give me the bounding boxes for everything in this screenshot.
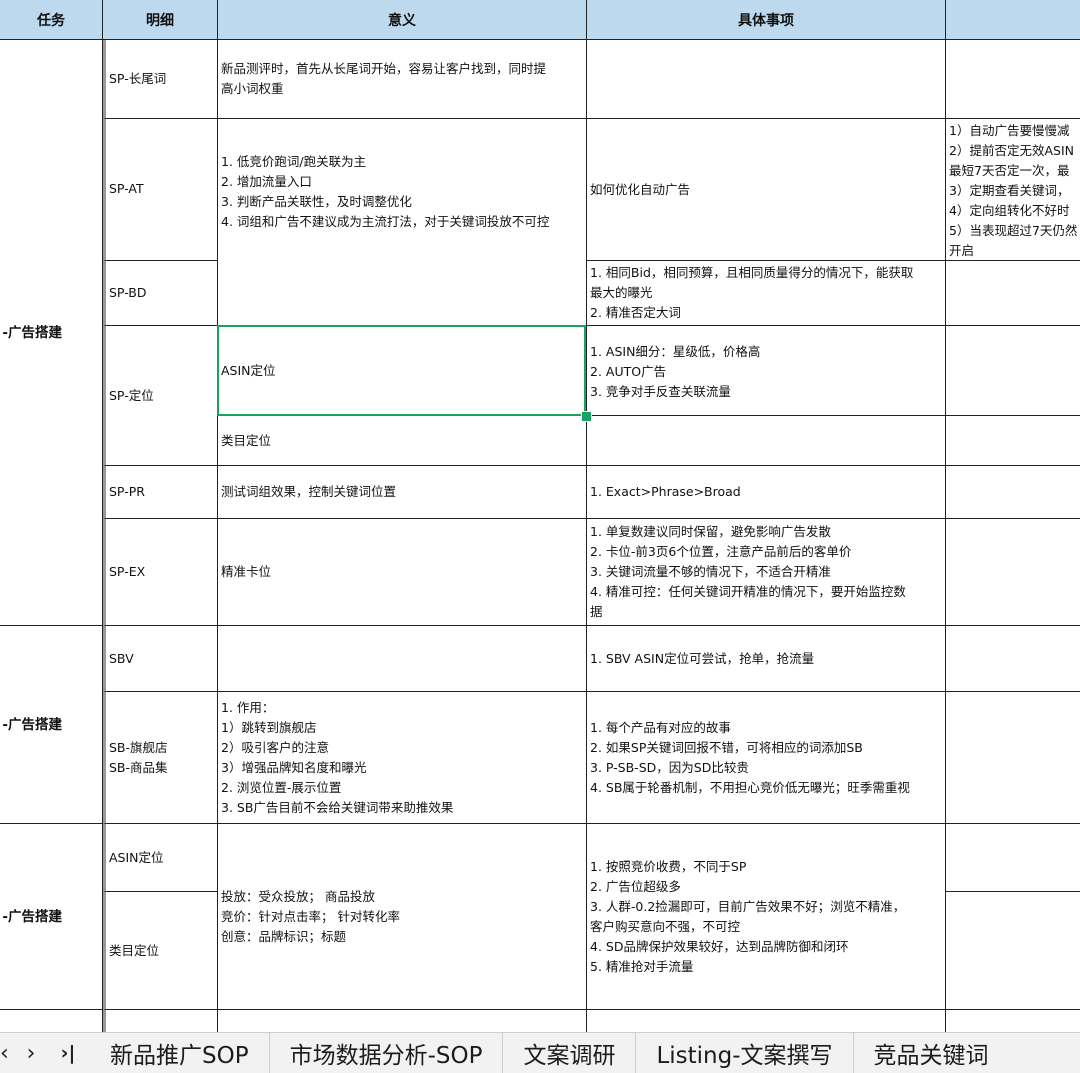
extra-sb-store[interactable] [946,692,1080,824]
task-cell-next[interactable] [0,1010,103,1032]
last-sheet-icon[interactable]: ›| [46,1042,90,1064]
sheet-tab[interactable]: 市场数据分析-SOP [270,1033,504,1073]
meaning-sd[interactable]: 投放：受众投放； 商品投放 竞价：针对点击率； 针对转化率 创意：品牌标识；标题 [218,824,587,1010]
header-meaning[interactable]: 意义 [218,0,587,40]
meaning-sp-ex[interactable]: 精准卡位 [218,519,587,626]
items-sp-long-tail[interactable] [587,40,946,119]
extra-sd-category[interactable] [946,892,1080,1010]
detail-sp-pr[interactable]: SP-PR [103,466,218,519]
detail-sp-long-tail[interactable]: SP-长尾词 [103,40,218,119]
detail-sp-bd[interactable]: SP-BD [103,261,218,326]
prev-sheet-icon[interactable]: ‹ [0,1041,16,1066]
meaning-sp-target-category[interactable]: 类目定位 [218,416,587,466]
sheet-tab[interactable]: Listing-文案撰写 [636,1033,854,1073]
sheet-tab[interactable]: 文案调研 [503,1033,637,1073]
extra-sp-at[interactable]: 1）自动广告要慢慢减 2）提前否定无效ASIN 最短7天否定一次，最 3）定期查… [946,119,1080,261]
header-extra[interactable] [946,0,1080,40]
fill-handle[interactable] [581,411,592,422]
extra-sp-ex[interactable] [946,519,1080,626]
extra-sd-asin[interactable] [946,824,1080,892]
meaning-sp-target-asin[interactable]: ASIN定位 [218,326,587,416]
extra-sp-bd[interactable] [946,261,1080,326]
extra-sbv[interactable] [946,626,1080,692]
detail-sd-asin[interactable]: ASIN定位 [103,824,218,892]
detail-next-row[interactable] [103,1010,218,1032]
items-sp-target-asin[interactable]: 1. ASIN细分：星级低，价格高 2. AUTO广告 3. 竞争对手反查关联流… [587,326,946,416]
header-detail[interactable]: 明细 [103,0,218,40]
detail-sd-category[interactable]: 类目定位 [103,892,218,1010]
meaning-sb-store[interactable]: 1. 作用： 1）跳转到旗舰店 2）吸引客户的注意 3）增强品牌知名度和曝光 2… [218,692,587,824]
items-sd[interactable]: 1. 按照竞价收费，不同于SP 2. 广告位超级多 3. 人群-0.2捡漏即可，… [587,824,946,1010]
extra-sp-target-category[interactable] [946,416,1080,466]
meaning-sp-long-tail[interactable]: 新品测评时，首先从长尾词开始，容易让客户找到，同时提 高小词权重 [218,40,587,119]
items-sb-store[interactable]: 1. 每个产品有对应的故事 2. 如果SP关键词回报不错，可将相应的词添加SB … [587,692,946,824]
extra-next-row[interactable] [946,1010,1080,1032]
items-next-row[interactable] [587,1010,946,1032]
task-cell-sd[interactable]: -广告搭建 [0,824,103,1010]
detail-sp-target[interactable]: SP-定位 [103,326,218,466]
meaning-sbv[interactable] [218,626,587,692]
meaning-sp-at-bd[interactable]: 1. 低竞价跑词/跑关联为主 2. 增加流量入口 3. 判断产品关联性，及时调整… [218,119,587,326]
header-items[interactable]: 具体事项 [587,0,946,40]
items-sp-bd[interactable]: 1. 相同Bid，相同预算，且相同质量得分的情况下，能获取 最大的曝光 2. 精… [587,261,946,326]
header-task[interactable]: 任务 [0,0,103,40]
spreadsheet-grid[interactable]: 任务 明细 意义 具体事项 -广告搭建 -广告搭建 -广告搭建 SP-长尾词 新… [0,0,1080,1032]
items-sp-ex[interactable]: 1. 单复数建议同时保留，避免影响广告发散 2. 卡位-前3页6个位置，注意产品… [587,519,946,626]
detail-sp-at[interactable]: SP-AT [103,119,218,261]
sheet-tab[interactable]: 新品推广SOP [90,1033,270,1073]
task-cell-sb[interactable]: -广告搭建 [0,626,103,824]
next-sheet-icon[interactable]: › [16,1041,46,1066]
detail-sp-ex[interactable]: SP-EX [103,519,218,626]
items-sp-at[interactable]: 如何优化自动广告 [587,119,946,261]
sheet-tab-bar: ‹ › ›| 新品推广SOP 市场数据分析-SOP 文案调研 Listing-文… [0,1032,1080,1073]
extra-sp-long-tail[interactable] [946,40,1080,119]
meaning-next-row[interactable] [218,1010,587,1032]
detail-sb-store[interactable]: SB-旗舰店 SB-商品集 [103,692,218,824]
items-sp-pr[interactable]: 1. Exact>Phrase>Broad [587,466,946,519]
task-cell-sp[interactable]: -广告搭建 [0,40,103,626]
sheet-tab[interactable]: 竞品关键词 [854,1033,1009,1073]
extra-sp-pr[interactable] [946,466,1080,519]
items-sbv[interactable]: 1. SBV ASIN定位可尝试，抢单，抢流量 [587,626,946,692]
extra-sp-target-asin[interactable] [946,326,1080,416]
detail-sbv[interactable]: SBV [103,626,218,692]
meaning-sp-pr[interactable]: 测试词组效果，控制关键词位置 [218,466,587,519]
items-sp-target-category[interactable] [587,416,946,466]
